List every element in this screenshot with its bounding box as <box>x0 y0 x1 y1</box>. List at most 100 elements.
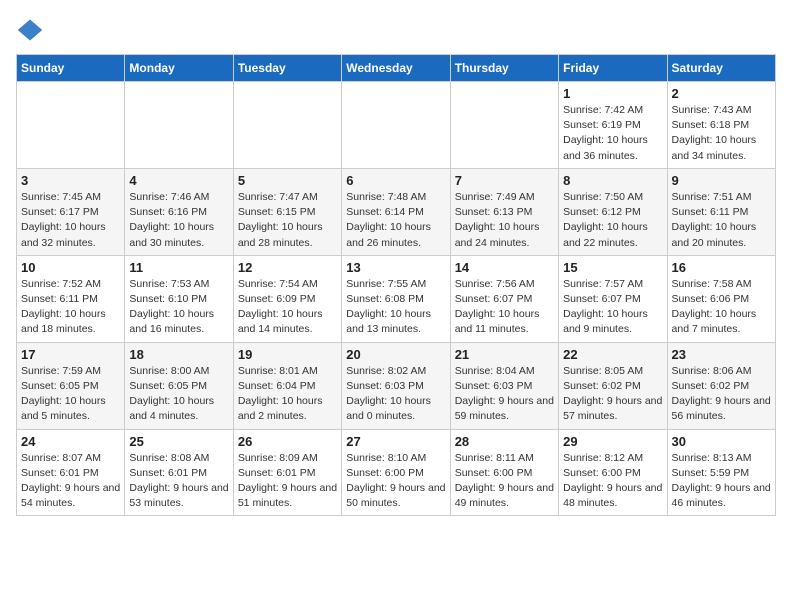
day-cell: 25 Sunrise: 8:08 AM Sunset: 6:01 PM Dayli… <box>125 429 233 516</box>
header-row: SundayMondayTuesdayWednesdayThursdayFrid… <box>17 55 776 82</box>
day-cell: 3 Sunrise: 7:45 AM Sunset: 6:17 PM Daylig… <box>17 168 125 255</box>
day-cell: 2Sunrise: 7:43 AM Sunset: 6:18 PM Daylig… <box>667 82 775 169</box>
day-number: 26 <box>238 434 337 449</box>
day-cell: 10 Sunrise: 7:52 AM Sunset: 6:11 PM Dayli… <box>17 255 125 342</box>
day-info: Sunrise: 8:05 AM Sunset: 6:02 PM Dayligh… <box>563 364 662 425</box>
day-info: Sunrise: 7:55 AM Sunset: 6:08 PM Dayligh… <box>346 277 445 338</box>
header-sunday: Sunday <box>17 55 125 82</box>
day-info: Sunrise: 7:53 AM Sunset: 6:10 PM Dayligh… <box>129 277 228 338</box>
day-cell: 17 Sunrise: 7:59 AM Sunset: 6:05 PM Dayli… <box>17 342 125 429</box>
day-info: Sunrise: 7:59 AM Sunset: 6:05 PM Dayligh… <box>21 364 120 425</box>
day-number: 15 <box>563 260 662 275</box>
day-number: 5 <box>238 173 337 188</box>
logo <box>16 16 48 44</box>
week-row-1: 1 Sunrise: 7:42 AM Sunset: 6:19 PM Daylig… <box>17 82 776 169</box>
day-info: Sunrise: 8:06 AM Sunset: 6:02 PM Dayligh… <box>672 364 771 425</box>
day-info: Sunrise: 7:43 AM Sunset: 6:18 PM Dayligh… <box>672 103 771 164</box>
day-number: 4 <box>129 173 228 188</box>
day-cell: 9 Sunrise: 7:51 AM Sunset: 6:11 PM Daylig… <box>667 168 775 255</box>
day-number: 11 <box>129 260 228 275</box>
day-number: 17 <box>21 347 120 362</box>
day-cell: 23 Sunrise: 8:06 AM Sunset: 6:02 PM Dayli… <box>667 342 775 429</box>
day-info: Sunrise: 8:12 AM Sunset: 6:00 PM Dayligh… <box>563 451 662 512</box>
day-cell: 4 Sunrise: 7:46 AM Sunset: 6:16 PM Daylig… <box>125 168 233 255</box>
day-info: Sunrise: 8:01 AM Sunset: 6:04 PM Dayligh… <box>238 364 337 425</box>
day-cell: 29 Sunrise: 8:12 AM Sunset: 6:00 PM Dayli… <box>559 429 667 516</box>
day-cell: 21 Sunrise: 8:04 AM Sunset: 6:03 PM Dayli… <box>450 342 558 429</box>
day-cell: 1 Sunrise: 7:42 AM Sunset: 6:19 PM Daylig… <box>559 82 667 169</box>
day-cell: 11 Sunrise: 7:53 AM Sunset: 6:10 PM Dayli… <box>125 255 233 342</box>
day-info: Sunrise: 7:49 AM Sunset: 6:13 PM Dayligh… <box>455 190 554 251</box>
day-number: 29 <box>563 434 662 449</box>
day-number: 22 <box>563 347 662 362</box>
day-cell: 8 Sunrise: 7:50 AM Sunset: 6:12 PM Daylig… <box>559 168 667 255</box>
day-cell: 22 Sunrise: 8:05 AM Sunset: 6:02 PM Dayli… <box>559 342 667 429</box>
day-cell: 5 Sunrise: 7:47 AM Sunset: 6:15 PM Daylig… <box>233 168 341 255</box>
calendar-table: SundayMondayTuesdayWednesdayThursdayFrid… <box>16 54 776 516</box>
day-cell: 20 Sunrise: 8:02 AM Sunset: 6:03 PM Dayli… <box>342 342 450 429</box>
day-info: Sunrise: 7:47 AM Sunset: 6:15 PM Dayligh… <box>238 190 337 251</box>
day-number: 7 <box>455 173 554 188</box>
week-row-4: 17 Sunrise: 7:59 AM Sunset: 6:05 PM Dayli… <box>17 342 776 429</box>
day-cell: 7 Sunrise: 7:49 AM Sunset: 6:13 PM Daylig… <box>450 168 558 255</box>
header-friday: Friday <box>559 55 667 82</box>
day-number: 20 <box>346 347 445 362</box>
day-number: 27 <box>346 434 445 449</box>
day-info: Sunrise: 7:45 AM Sunset: 6:17 PM Dayligh… <box>21 190 120 251</box>
day-cell: 26 Sunrise: 8:09 AM Sunset: 6:01 PM Dayli… <box>233 429 341 516</box>
day-number: 14 <box>455 260 554 275</box>
day-info: Sunrise: 7:46 AM Sunset: 6:16 PM Dayligh… <box>129 190 228 251</box>
day-cell <box>17 82 125 169</box>
day-cell <box>342 82 450 169</box>
day-cell: 16 Sunrise: 7:58 AM Sunset: 6:06 PM Dayli… <box>667 255 775 342</box>
day-info: Sunrise: 8:09 AM Sunset: 6:01 PM Dayligh… <box>238 451 337 512</box>
day-cell: 13Sunrise: 7:55 AM Sunset: 6:08 PM Dayli… <box>342 255 450 342</box>
header-wednesday: Wednesday <box>342 55 450 82</box>
header-tuesday: Tuesday <box>233 55 341 82</box>
day-number: 19 <box>238 347 337 362</box>
day-cell: 12Sunrise: 7:54 AM Sunset: 6:09 PM Dayli… <box>233 255 341 342</box>
day-number: 16 <box>672 260 771 275</box>
day-info: Sunrise: 7:58 AM Sunset: 6:06 PM Dayligh… <box>672 277 771 338</box>
day-info: Sunrise: 8:10 AM Sunset: 6:00 PM Dayligh… <box>346 451 445 512</box>
day-info: Sunrise: 8:08 AM Sunset: 6:01 PM Dayligh… <box>129 451 228 512</box>
header-saturday: Saturday <box>667 55 775 82</box>
week-row-2: 3 Sunrise: 7:45 AM Sunset: 6:17 PM Daylig… <box>17 168 776 255</box>
day-info: Sunrise: 8:04 AM Sunset: 6:03 PM Dayligh… <box>455 364 554 425</box>
day-number: 18 <box>129 347 228 362</box>
day-info: Sunrise: 7:52 AM Sunset: 6:11 PM Dayligh… <box>21 277 120 338</box>
week-row-5: 24Sunrise: 8:07 AM Sunset: 6:01 PM Dayli… <box>17 429 776 516</box>
day-number: 21 <box>455 347 554 362</box>
page-header <box>16 16 776 44</box>
logo-icon <box>16 16 44 44</box>
day-cell: 15Sunrise: 7:57 AM Sunset: 6:07 PM Dayli… <box>559 255 667 342</box>
day-info: Sunrise: 8:02 AM Sunset: 6:03 PM Dayligh… <box>346 364 445 425</box>
day-cell: 6Sunrise: 7:48 AM Sunset: 6:14 PM Daylig… <box>342 168 450 255</box>
week-row-3: 10 Sunrise: 7:52 AM Sunset: 6:11 PM Dayli… <box>17 255 776 342</box>
day-number: 28 <box>455 434 554 449</box>
day-info: Sunrise: 7:50 AM Sunset: 6:12 PM Dayligh… <box>563 190 662 251</box>
day-cell: 27 Sunrise: 8:10 AM Sunset: 6:00 PM Dayli… <box>342 429 450 516</box>
day-number: 1 <box>563 86 662 101</box>
day-info: Sunrise: 8:07 AM Sunset: 6:01 PM Dayligh… <box>21 451 120 512</box>
day-cell <box>233 82 341 169</box>
day-number: 25 <box>129 434 228 449</box>
day-info: Sunrise: 7:48 AM Sunset: 6:14 PM Dayligh… <box>346 190 445 251</box>
day-info: Sunrise: 7:42 AM Sunset: 6:19 PM Dayligh… <box>563 103 662 164</box>
header-thursday: Thursday <box>450 55 558 82</box>
day-number: 23 <box>672 347 771 362</box>
day-cell: 14Sunrise: 7:56 AM Sunset: 6:07 PM Dayli… <box>450 255 558 342</box>
day-cell: 18Sunrise: 8:00 AM Sunset: 6:05 PM Dayli… <box>125 342 233 429</box>
day-number: 9 <box>672 173 771 188</box>
day-info: Sunrise: 7:51 AM Sunset: 6:11 PM Dayligh… <box>672 190 771 251</box>
day-number: 30 <box>672 434 771 449</box>
day-cell: 30Sunrise: 8:13 AM Sunset: 5:59 PM Dayli… <box>667 429 775 516</box>
day-cell: 28Sunrise: 8:11 AM Sunset: 6:00 PM Dayli… <box>450 429 558 516</box>
day-number: 3 <box>21 173 120 188</box>
day-cell <box>125 82 233 169</box>
day-number: 10 <box>21 260 120 275</box>
day-number: 8 <box>563 173 662 188</box>
day-info: Sunrise: 7:54 AM Sunset: 6:09 PM Dayligh… <box>238 277 337 338</box>
day-cell: 24Sunrise: 8:07 AM Sunset: 6:01 PM Dayli… <box>17 429 125 516</box>
header-monday: Monday <box>125 55 233 82</box>
